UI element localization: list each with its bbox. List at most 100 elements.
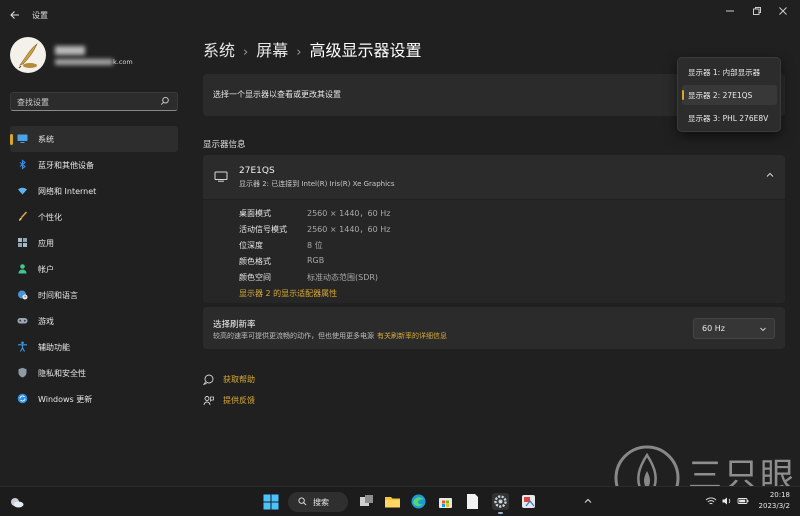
sidebar-item-label: 蓝牙和其他设备 [38, 161, 94, 170]
email-suffix: k.com [113, 58, 133, 66]
sidebar-item-label: 个性化 [38, 213, 62, 222]
user-name-blurred [55, 46, 85, 55]
apps-icon [18, 238, 27, 247]
sidebar-item-accessibility[interactable]: 辅助功能 [10, 334, 178, 360]
battery-icon[interactable] [737, 495, 749, 507]
display-option-3[interactable]: 显示器 3: PHL 276E8V [682, 108, 777, 128]
sidebar-item-system[interactable]: 系统 [10, 126, 178, 152]
file-explorer-icon[interactable] [384, 493, 401, 510]
clock-date: 2023/3/2 [758, 502, 790, 510]
display-option-label: 显示器 2: 27E1QS [688, 91, 753, 100]
sidebar-item-label: 辅助功能 [38, 343, 70, 352]
search-icon [298, 497, 307, 506]
close-icon [779, 7, 787, 15]
display-option-label: 显示器 3: PHL 276E8V [688, 114, 769, 123]
maximize-button[interactable] [749, 6, 765, 20]
wifi-icon [18, 187, 27, 195]
restore-icon [753, 7, 761, 15]
refresh-rate-info-link[interactable]: 有关刷新率的详细信息 [377, 332, 447, 340]
detail-key: 颜色格式 [239, 257, 271, 266]
bluetooth-icon [19, 159, 26, 170]
window-title: 设置 [32, 11, 48, 20]
display-name: 27E1QS [239, 166, 275, 176]
sidebar-item-label: 应用 [38, 239, 54, 248]
shield-icon [18, 367, 27, 378]
taskbar-search-label: 搜索 [313, 498, 329, 507]
sidebar-item-label: 系统 [38, 135, 54, 144]
edge-browser-icon[interactable] [410, 493, 427, 510]
minimize-button[interactable] [722, 6, 738, 20]
title-bar: 设置 [0, 0, 800, 32]
person-icon [18, 264, 27, 274]
notepad-icon[interactable] [464, 493, 481, 510]
detail-key: 位深度 [239, 241, 263, 250]
quill-logo-icon [18, 43, 38, 69]
gamepad-icon [17, 318, 28, 324]
breadcrumb-separator: › [243, 45, 249, 60]
detail-key: 活动信号模式 [239, 225, 287, 234]
task-view-icon[interactable] [358, 493, 375, 510]
help-chat-icon [203, 374, 214, 385]
wifi-icon[interactable] [705, 495, 717, 507]
user-email: k.com [55, 58, 133, 66]
volume-icon[interactable] [721, 495, 733, 507]
microsoft-store-icon[interactable] [437, 493, 454, 510]
display-option-1[interactable]: 显示器 1: 内部显示器 [682, 62, 777, 82]
display-option-label: 显示器 1: 内部显示器 [688, 68, 761, 77]
email-blurred [55, 59, 113, 65]
windows-start-icon[interactable] [263, 494, 279, 510]
back-button[interactable] [9, 9, 23, 23]
monitor-icon [17, 134, 28, 143]
feedback-icon [203, 396, 214, 406]
display-info-details: 桌面模式 2560 × 1440，60 Hz 活动信号模式 2560 × 144… [203, 200, 785, 303]
search-input[interactable] [17, 96, 157, 108]
display-select-label: 选择一个显示器以查看或更改其设置 [213, 90, 341, 99]
gear-icon [494, 495, 507, 508]
sidebar-item-gaming[interactable]: 游戏 [10, 308, 178, 334]
sidebar-item-personalization[interactable]: 个性化 [10, 204, 178, 230]
arrow-left-icon [10, 11, 19, 19]
refresh-rate-description: 较高的速率可提供更流畅的动作，但也使用更多电源 有关刷新率的详细信息 [213, 331, 447, 341]
sidebar-item-network[interactable]: 网络和 Internet [10, 178, 178, 204]
refresh-rate-value: 60 Hz [702, 324, 725, 333]
feedback-label: 提供反馈 [223, 396, 255, 405]
display-info-header[interactable]: 27E1QS 显示器 2: 已连接到 Intel(R) Iris(R) Xe G… [203, 155, 785, 199]
detail-value: RGB [307, 256, 325, 265]
avatar[interactable] [10, 37, 46, 73]
sidebar-item-apps[interactable]: 应用 [10, 230, 178, 256]
settings-taskbar-icon[interactable] [492, 493, 509, 514]
weather-icon[interactable] [9, 494, 25, 510]
sidebar-item-label: 时间和语言 [38, 291, 78, 300]
close-button[interactable] [775, 6, 791, 20]
refresh-rate-dropdown[interactable]: 60 Hz [693, 318, 775, 339]
detail-key: 桌面模式 [239, 209, 271, 218]
clock-time: 20:18 [769, 491, 790, 499]
monitor-icon [214, 171, 228, 182]
refresh-rate-card: 选择刷新率 较高的速率可提供更流畅的动作，但也使用更多电源 有关刷新率的详细信息 … [203, 307, 785, 349]
breadcrumb-system[interactable]: 系统 [203, 41, 235, 60]
sidebar-item-bluetooth[interactable]: 蓝牙和其他设备 [10, 152, 178, 178]
refresh-rate-subtitle: 较高的速率可提供更流畅的动作，但也使用更多电源 [213, 332, 374, 340]
taskbar-search[interactable]: 搜索 [288, 492, 348, 512]
sidebar-item-windows-update[interactable]: Windows 更新 [10, 386, 178, 412]
display-option-2[interactable]: 显示器 2: 27E1QS [682, 85, 777, 105]
chevron-up-icon[interactable] [765, 170, 775, 180]
update-icon [17, 393, 28, 404]
chevron-up-icon[interactable] [582, 495, 594, 507]
taskbar: 搜索 20:18 2023/3/2 [0, 486, 800, 516]
detail-value: 2560 × 1440，60 Hz [307, 225, 391, 234]
sidebar-nav: 系统 蓝牙和其他设备 网络和 Internet 个性化 应用 帐户 时间和语言 … [10, 126, 178, 412]
display-connection: 显示器 2: 已连接到 Intel(R) Iris(R) Xe Graphics [239, 180, 395, 188]
sidebar-item-accounts[interactable]: 帐户 [10, 256, 178, 282]
page-title: 高级显示器设置 [309, 41, 422, 60]
sidebar-item-time-language[interactable]: 时间和语言 [10, 282, 178, 308]
detail-value: 标准动态范围(SDR) [307, 273, 379, 282]
taskbar-clock[interactable]: 20:18 2023/3/2 [759, 490, 790, 512]
breadcrumb-display[interactable]: 屏幕 [256, 41, 288, 60]
settings-search[interactable] [10, 92, 178, 111]
snipping-tool-icon[interactable] [520, 493, 537, 510]
breadcrumb-separator: › [296, 45, 302, 60]
refresh-rate-title: 选择刷新率 [213, 320, 256, 330]
adapter-properties-link[interactable]: 显示器 2 的显示适配器属性 [239, 288, 337, 299]
sidebar-item-privacy[interactable]: 隐私和安全性 [10, 360, 178, 386]
